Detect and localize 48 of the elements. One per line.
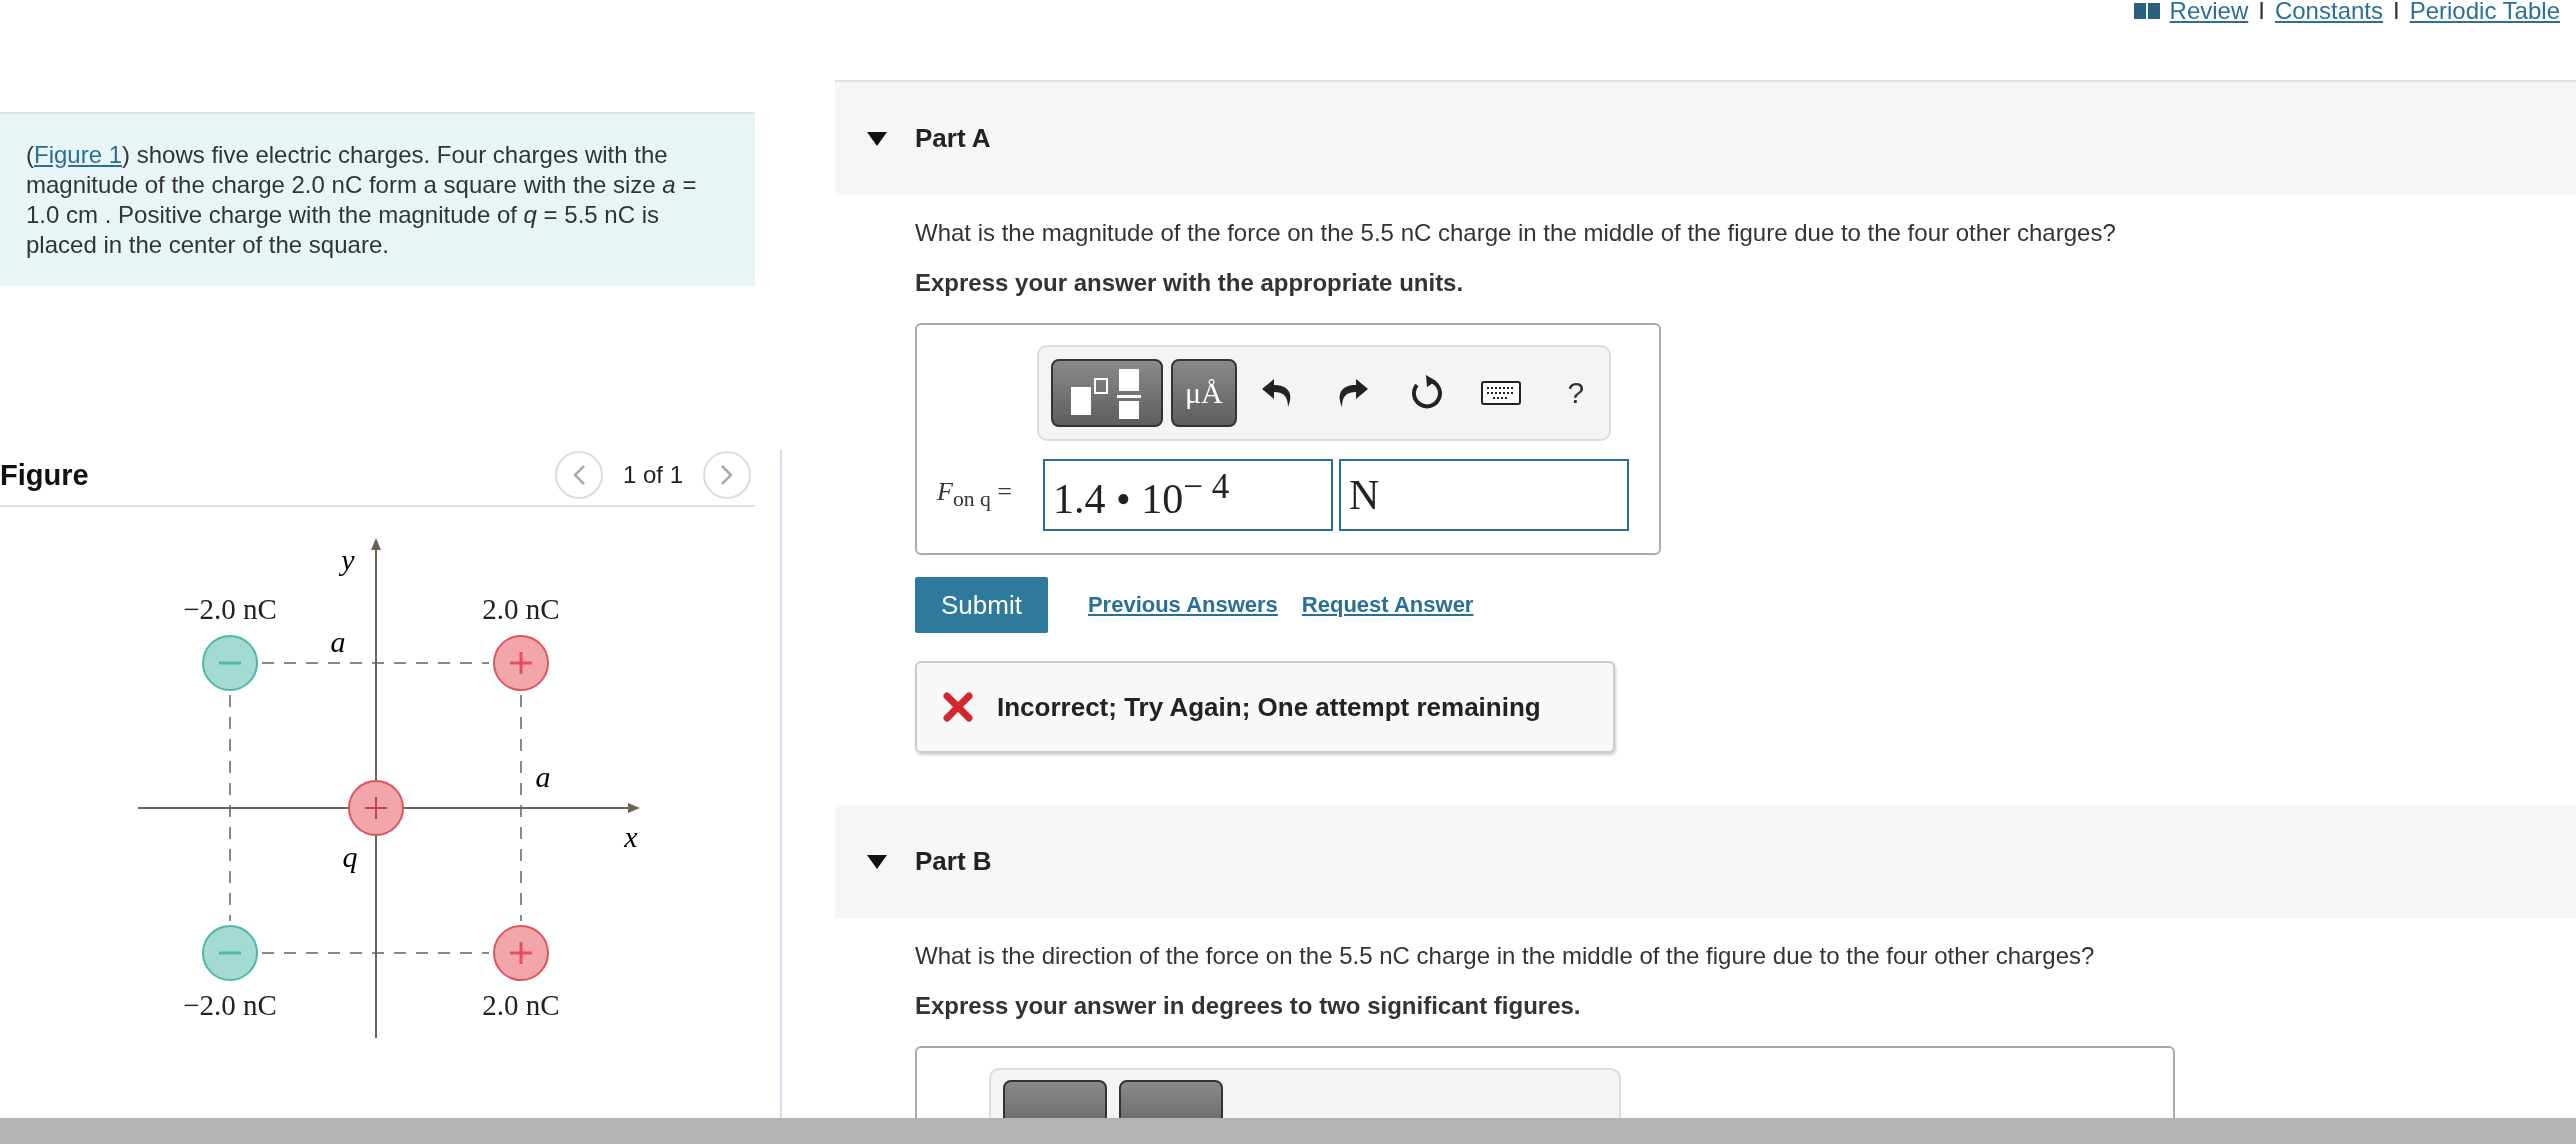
charge-label: −2.0 nC — [183, 593, 277, 625]
side-label: a — [535, 760, 551, 793]
negative-charge — [202, 635, 258, 691]
cross-icon — [943, 692, 973, 722]
answer-link[interactable]: Previous Answers — [1087, 592, 1278, 618]
help-button[interactable]: ? — [1542, 363, 1609, 423]
figure-link[interactable]: Figure 1 — [34, 141, 123, 168]
book-icon — [2133, 2, 2160, 20]
template-button[interactable] — [1051, 359, 1163, 427]
link-separator: I — [2258, 0, 2265, 25]
positive-charge — [493, 635, 549, 691]
side-label: a — [330, 625, 346, 658]
positive-charge — [493, 925, 549, 981]
triangle-icon[interactable] — [867, 131, 887, 146]
charge-label: q — [342, 840, 358, 873]
triangle-icon[interactable] — [867, 854, 887, 869]
answer-link[interactable]: Request Answer — [1301, 592, 1474, 618]
instruction-text: Express your answer with the appropriate units. — [915, 269, 1464, 297]
answer-label: F$_{on q}$ = — [937, 477, 1013, 513]
submit-button[interactable]: Submit — [915, 577, 1048, 633]
feedback-text: Incorrect; Try Again; One attempt remaining — [997, 691, 1541, 723]
axis-label: y — [341, 543, 355, 576]
part-header[interactable]: Part B — [835, 805, 2576, 918]
charge-label: 2.0 nC — [482, 593, 560, 625]
keyboard-icon — [1481, 381, 1522, 405]
question-text: What is the magnitude of the force on the 5.5 nC charge in the middle of the figure due to the four other charges? — [915, 219, 2116, 247]
page-counter: 1 of 1 — [622, 461, 683, 489]
positive-charge — [348, 780, 404, 836]
chevron-right-icon — [720, 464, 734, 486]
problem-text: (Figure 1) shows five electric charges. Four charges with the magnitude of the charge 2.0 nC form a square with the size a = 1.0 cm . Positive charge with the magnitude of q = 5.5 nC is placed in the center of the square. — [0, 112, 755, 286]
part-title: Part A — [915, 123, 991, 154]
figure-heading: Figure — [0, 458, 90, 492]
unit-field[interactable]: N — [1339, 459, 1629, 531]
instruction-text: Express your answer in degrees to two significant figures. — [915, 992, 1581, 1020]
charge-label: −2.0 nC — [183, 989, 277, 1021]
question-text: What is the direction of the force on the 5.5 nC charge in the middle of the figure due to the four other charges? — [915, 942, 2095, 970]
part-title: Part B — [915, 846, 992, 877]
negative-charge — [202, 925, 258, 981]
resource-link[interactable]: Review — [2169, 0, 2249, 25]
resource-link[interactable]: Periodic Table — [2409, 0, 2560, 25]
value-field[interactable]: 1.4 • 10$^{− 4}$ — [1043, 459, 1333, 531]
chevron-left-icon — [571, 464, 586, 486]
link-separator: I — [2393, 0, 2400, 25]
units-button[interactable]: μÅ — [1171, 359, 1237, 427]
resource-link[interactable]: Constants — [2274, 0, 2383, 25]
axis-label: x — [624, 820, 638, 853]
part-header[interactable]: Part A — [835, 82, 2576, 195]
charge-label: 2.0 nC — [482, 989, 560, 1021]
